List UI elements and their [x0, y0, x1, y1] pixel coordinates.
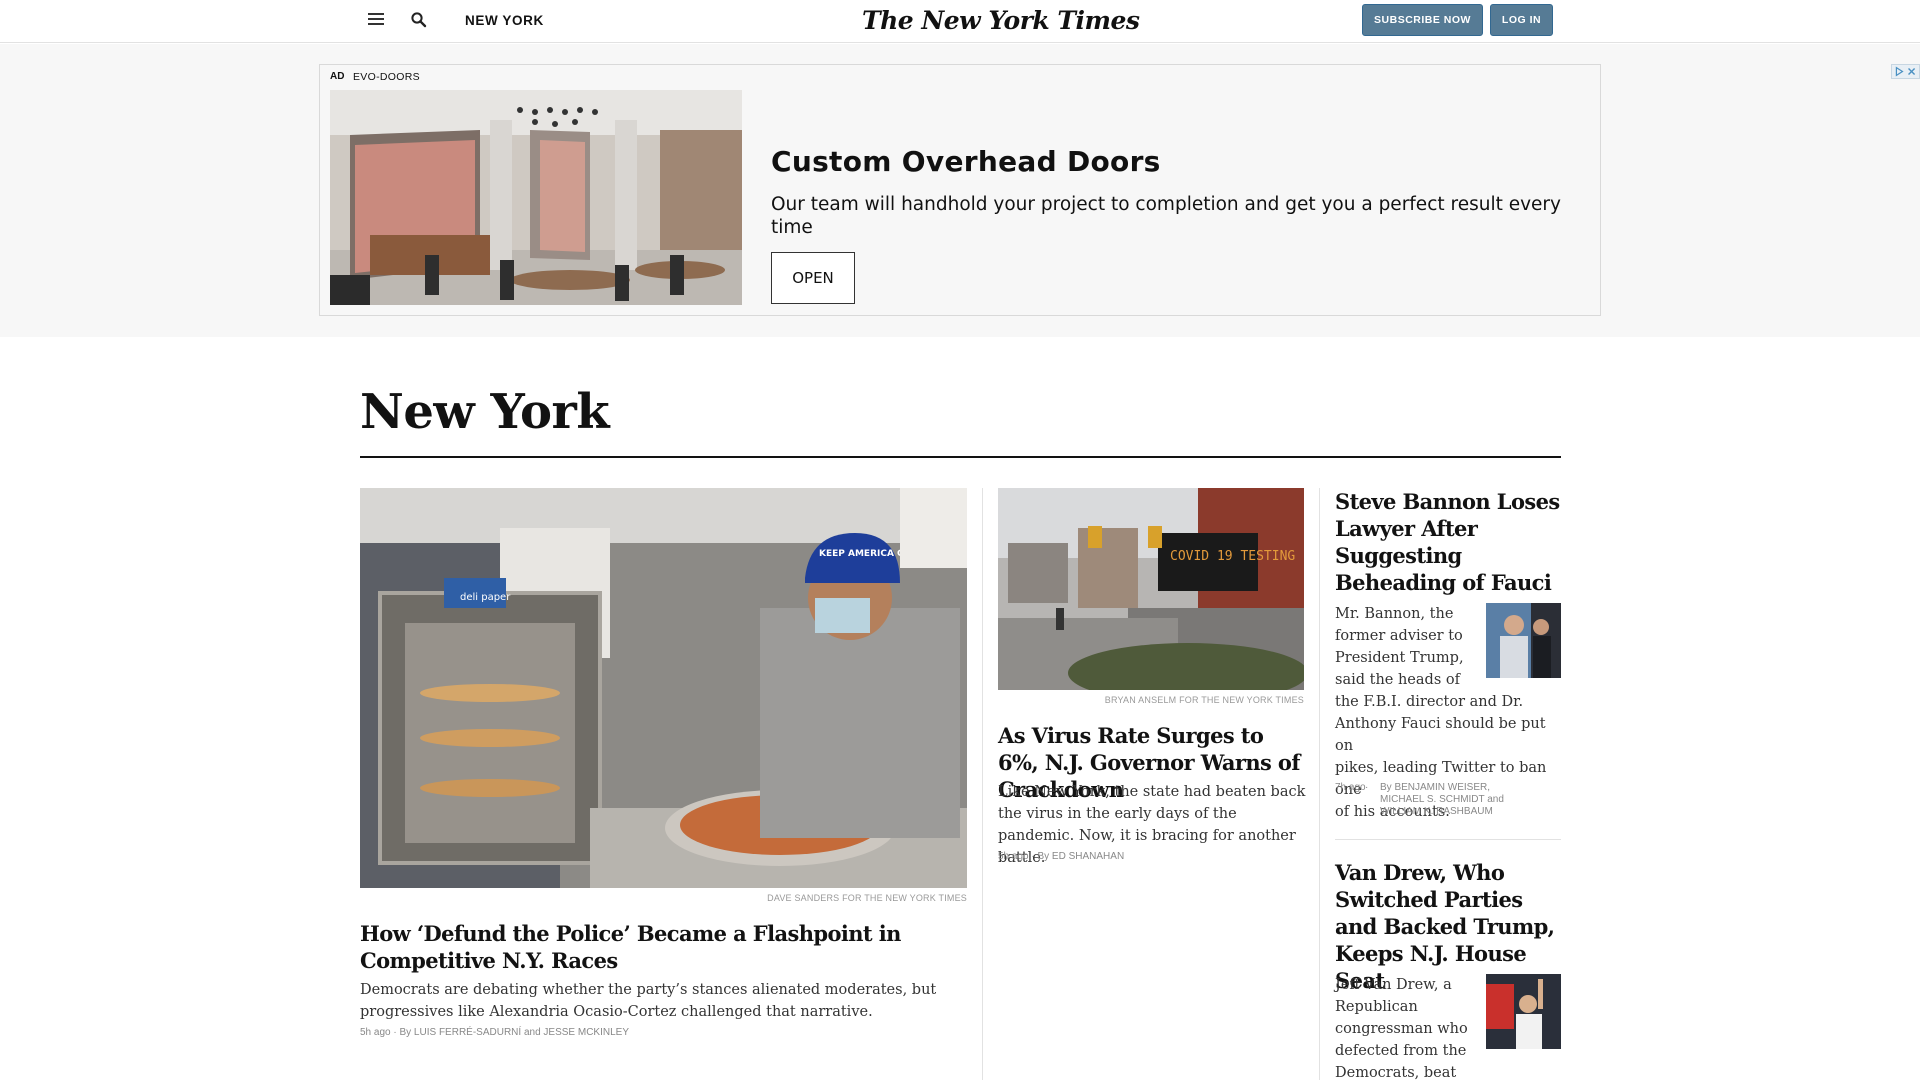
lead-story-meta: 5h ago · By LUIS FERRÉ-SADURNÍ and JESSE… — [360, 1027, 629, 1039]
third-story-summary-line: Anthony Fauci should be put on — [1335, 716, 1546, 754]
byline-line: By BENJAMIN WEISER, — [1380, 782, 1491, 793]
ad-advertiser[interactable]: EVO-DOORS — [353, 71, 420, 83]
covid-sign-text: COVID 19 TESTING — [1170, 549, 1295, 564]
meta-separator: · — [1365, 782, 1369, 793]
fourth-story-summary-line: Democrats, beat back a — [1335, 1065, 1457, 1080]
header-divider — [360, 456, 1561, 458]
fourth-story-image[interactable] — [1486, 974, 1561, 1049]
nyt-logo[interactable]: The New York Times — [862, 6, 1140, 35]
lead-story-headline[interactable]: How ‘Defund the Police’ Became a Flashpo… — [360, 920, 960, 974]
third-story-headline[interactable]: Steve Bannon Loses Lawyer After Suggesti… — [1335, 488, 1561, 596]
lead-image-credit: DAVE SANDERS FOR THE NEW YORK TIMES — [767, 893, 967, 903]
ad-open-button[interactable]: OPEN — [771, 252, 855, 304]
page-title: New York — [360, 384, 610, 440]
search-icon[interactable] — [410, 11, 428, 29]
ad-unit[interactable]: AD EVO-DOORS Custom Overhead Doors Our t… — [319, 64, 1601, 316]
fourth-story-summary-line: Jeff Van Drew, a — [1335, 977, 1452, 993]
lead-story-image[interactable]: deli paper KEEP AMERICA GREAT — [360, 488, 967, 888]
third-story-summary-line: Mr. Bannon, the — [1335, 606, 1454, 622]
lead-story-time: 5h ago — [360, 1027, 391, 1038]
second-story-byline: By ED SHANAHAN — [1037, 851, 1125, 862]
byline-line: MICHAEL S. SCHMIDT and — [1380, 794, 1504, 805]
ad-headline[interactable]: Custom Overhead Doors — [771, 145, 1161, 178]
lead-story-summary: Democrats are debating whether the party… — [360, 982, 937, 1020]
column-divider — [982, 488, 983, 1080]
menu-icon[interactable] — [368, 13, 384, 27]
fourth-story-summary: Jeff Van Drew, a Republican congressman … — [1335, 974, 1483, 1080]
top-navigation: NEW YORK The New York Times SUBSCRIBE NO… — [0, 0, 1920, 43]
login-button[interactable]: LOG IN — [1490, 4, 1553, 36]
story-divider — [1335, 839, 1561, 840]
byline-line: WILLIAM K. RASHBAUM — [1380, 806, 1493, 817]
fourth-story-summary-line: defected from the — [1335, 1043, 1467, 1059]
third-story-byline: By BENJAMIN WEISER, MICHAEL S. SCHMIDT a… — [1380, 782, 1561, 818]
third-story-summary-line: said the heads of — [1335, 672, 1460, 688]
lead-story-byline: By LUIS FERRÉ-SADURNÍ and JESSE MCKINLEY — [399, 1027, 629, 1038]
column-divider — [1319, 488, 1320, 1080]
second-story-image[interactable]: COVID 19 TESTING — [998, 488, 1304, 690]
second-story-meta: 5h ago · By ED SHANAHAN — [998, 851, 1124, 863]
ad-container: AD EVO-DOORS Custom Overhead Doors Our t… — [0, 44, 1920, 337]
fourth-story-summary-line: Republican — [1335, 999, 1418, 1015]
deli-paper-sign-text: deli paper — [460, 592, 511, 603]
ad-body: Our team will handhold your project to c… — [771, 194, 1561, 238]
fourth-story-summary-line: congressman who — [1335, 1021, 1468, 1037]
ad-image[interactable] — [330, 90, 742, 305]
second-story-time: 5h ago — [998, 851, 1029, 862]
third-story-summary-line: former adviser to — [1335, 628, 1463, 644]
section-name-link[interactable]: NEW YORK — [465, 13, 544, 28]
second-image-credit: BRYAN ANSELM FOR THE NEW YORK TIMES — [1104, 695, 1304, 705]
third-story-summary-line: President Trump, — [1335, 650, 1464, 666]
ad-label: AD — [330, 71, 345, 82]
adchoices-icon[interactable] — [1891, 64, 1920, 79]
subscribe-button[interactable]: SUBSCRIBE NOW — [1362, 4, 1483, 36]
third-story-summary-line: the F.B.I. director and Dr. — [1335, 694, 1524, 710]
third-story-time: 7h ago — [1335, 782, 1366, 793]
